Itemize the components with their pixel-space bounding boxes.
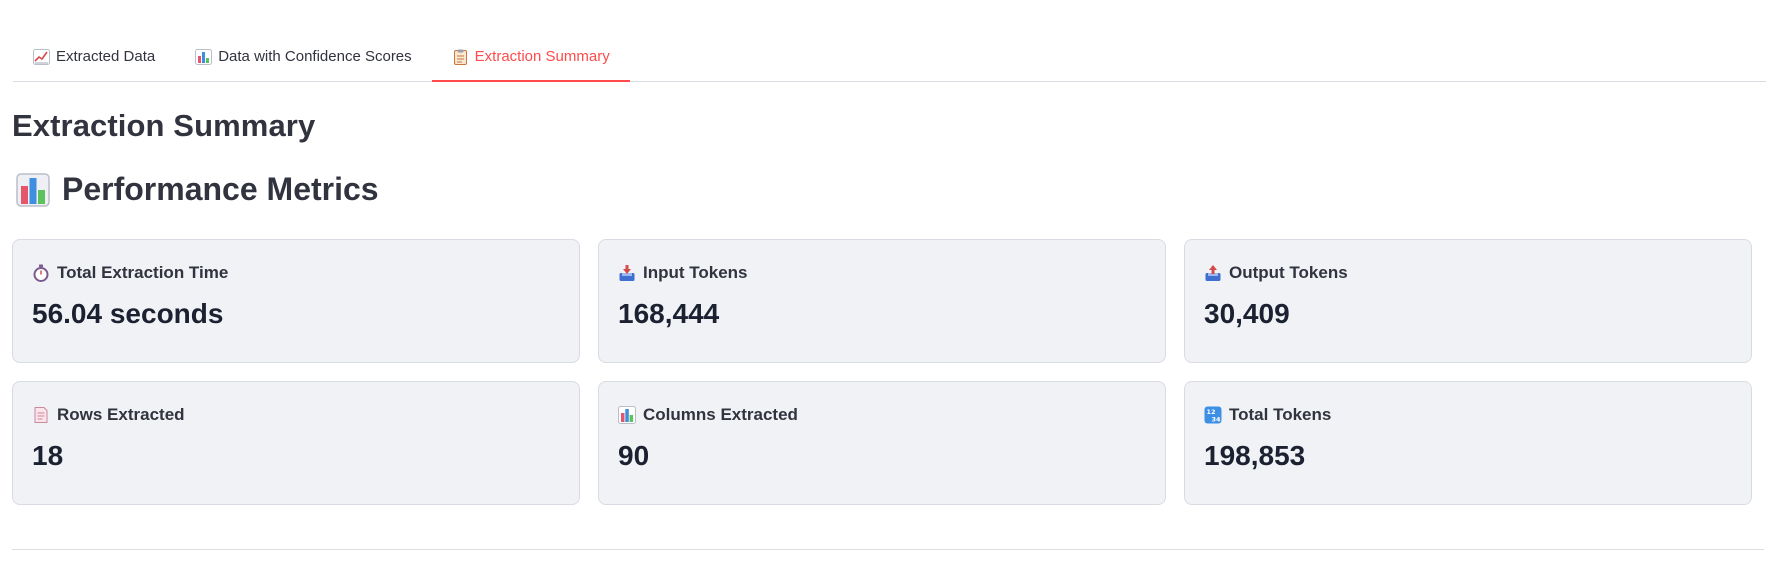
outbox-tray-icon bbox=[1205, 265, 1221, 281]
tab-bar: Extracted Data Data with Confidence Scor… bbox=[13, 33, 1766, 82]
bar-chart-icon bbox=[195, 48, 213, 65]
metric-value: 56.04 seconds bbox=[32, 298, 224, 329]
divider bbox=[12, 549, 1764, 550]
metrics-grid: Total Extraction Time 56.04 seconds Inpu… bbox=[12, 239, 1764, 505]
metric-label: Input Tokens bbox=[618, 262, 1146, 284]
page-icon bbox=[34, 407, 48, 423]
metric-card-input-tokens: Input Tokens 168,444 bbox=[598, 239, 1166, 363]
page-title: Extraction Summary bbox=[12, 108, 316, 143]
line-chart-icon bbox=[33, 48, 50, 65]
metric-label: Total Extraction Time bbox=[32, 262, 560, 284]
svg-text:34: 34 bbox=[1212, 416, 1222, 424]
metric-value: 18 bbox=[32, 440, 64, 471]
page: Extracted Data Data with Confidence Scor… bbox=[0, 0, 1768, 568]
metric-value: 30,409 bbox=[1204, 298, 1290, 329]
tab-label: Extracted Data bbox=[56, 48, 156, 65]
metric-card-total-tokens: 12 34 Total Tokens 198,853 bbox=[1184, 381, 1752, 505]
metric-card-extraction-time: Total Extraction Time 56.04 seconds bbox=[12, 239, 580, 363]
tab-label: Data with Confidence Scores bbox=[218, 48, 412, 65]
clipboard-icon bbox=[453, 49, 467, 65]
tab-extracted-data[interactable]: Extracted Data bbox=[13, 32, 175, 81]
section-heading: Performance Metrics bbox=[16, 171, 379, 208]
metric-value: 90 bbox=[618, 440, 650, 471]
metric-label: Rows Extracted bbox=[32, 404, 560, 426]
section-heading-text: Performance Metrics bbox=[62, 171, 379, 207]
metric-label: Output Tokens bbox=[1204, 262, 1732, 284]
tab-confidence-scores[interactable]: Data with Confidence Scores bbox=[175, 32, 431, 81]
metric-card-output-tokens: Output Tokens 30,409 bbox=[1184, 239, 1752, 363]
metric-label: 12 34 Total Tokens bbox=[1204, 404, 1732, 426]
stopwatch-icon bbox=[33, 264, 49, 282]
metric-card-columns-extracted: Columns Extracted 90 bbox=[598, 381, 1166, 505]
inbox-tray-icon bbox=[619, 265, 635, 281]
metric-label: Columns Extracted bbox=[618, 404, 1146, 426]
tab-extraction-summary[interactable]: Extraction Summary bbox=[431, 32, 630, 82]
metric-value: 198,853 bbox=[1204, 440, 1306, 471]
bar-chart-icon bbox=[618, 406, 636, 424]
bar-chart-icon bbox=[16, 172, 50, 207]
metric-value: 168,444 bbox=[618, 298, 720, 329]
metric-card-rows-extracted: Rows Extracted 18 bbox=[12, 381, 580, 505]
tab-label: Extraction Summary bbox=[474, 48, 610, 65]
numbers-icon: 12 34 bbox=[1204, 406, 1222, 424]
